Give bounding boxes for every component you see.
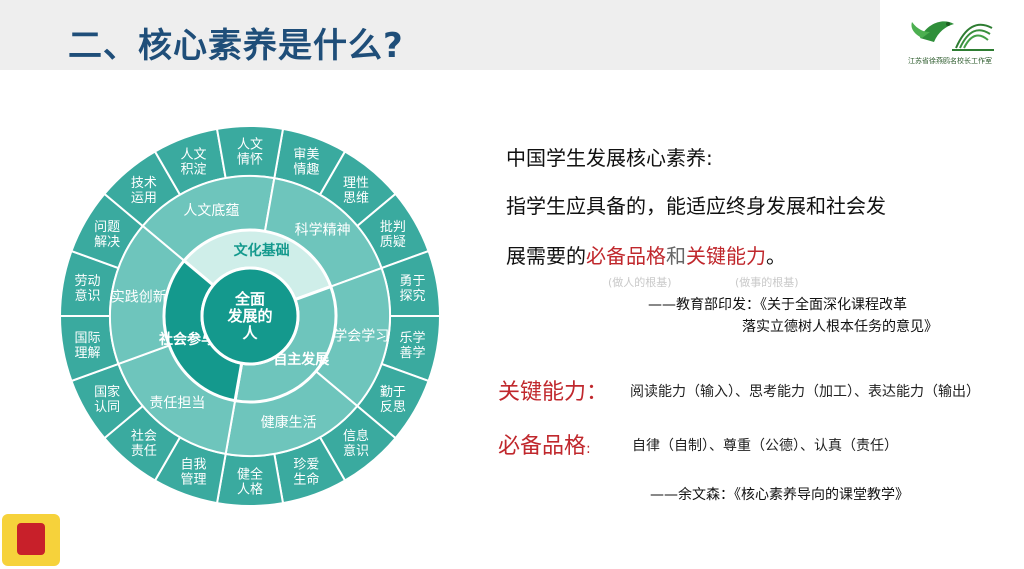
quality-label-3: 健康生活 <box>261 414 317 431</box>
term-conj: 和 <box>666 244 686 268</box>
key-ability-label: 关键能力： <box>498 380 609 405</box>
quality-label-2: 学会学习 <box>333 329 389 345</box>
point-label-5: 勤于反思 <box>380 385 406 415</box>
point-label-8: 健全人格 <box>237 467 263 498</box>
page-title: 二、核心素养是什么? <box>68 26 404 66</box>
bird-book-icon <box>911 21 994 51</box>
foundation-label-0: 文化基础 <box>234 242 290 259</box>
note-ability: (做事的根基) <box>735 276 799 289</box>
point-label-11: 国家认同 <box>94 384 120 415</box>
point-label-2: 批判质疑 <box>380 220 406 250</box>
core-competency-wheel: 审美情趣理性思维批判质疑勇于探究乐学善学勤于反思信息意识珍爱生命 健全人格 自我管理… <box>58 125 442 507</box>
essential-character-text: 必备品格 <box>498 434 587 459</box>
note-character: (做人的根基) <box>608 276 672 289</box>
quality-label-1: 科学精神 <box>295 222 351 238</box>
point-label-9: 自我管理 <box>181 458 207 488</box>
quality-label-4: 责任担当 <box>149 396 205 412</box>
definition-end: 。 <box>766 244 786 268</box>
source-line1: ——教育部印发：《关于全面深化课程改革 <box>648 297 907 313</box>
point-label-1: 理性思维 <box>343 176 369 206</box>
definition-line1: 指学生应具备的，能适应终身发展和社会发 <box>506 194 886 218</box>
point-label-7: 珍爱生命 <box>293 458 319 488</box>
point-label-10: 社会责任 <box>131 428 157 459</box>
point-label-6: 信息意识 <box>343 428 369 459</box>
logo: 江苏省徐燕鸥名校长工作室 <box>898 8 1002 70</box>
quote-source: ——余文森：《核心素养导向的课堂教学》 <box>650 487 909 503</box>
source-line2: 落实立德树人根本任务的意见》 <box>742 319 938 335</box>
key-ability-value: 阅读能力（输入）、思考能力（加工）、表达能力（输出） <box>630 384 980 400</box>
essential-character-value: 自律（自制）、尊重（公德）、认真（责任） <box>632 438 898 454</box>
corner-badge-icon <box>2 514 60 566</box>
term-essential-character: 必备品格 <box>586 244 666 268</box>
term-key-ability: 关键能力 <box>686 244 766 268</box>
definition-heading: 中国学生发展核心素养: <box>506 146 713 170</box>
essential-character-colon: : <box>586 441 591 457</box>
point-label-14: 问题解决 <box>94 220 120 250</box>
point-label-15: 技术运用 <box>131 176 157 206</box>
definition-line2: 展需要的必备品格和关键能力。 <box>506 240 786 269</box>
point-label-3: 勇于探究 <box>399 274 425 304</box>
quality-label-5: 实践创新 <box>111 289 167 305</box>
essential-character-label: 必备品格: <box>498 428 591 460</box>
quality-label-0: 人文底蕴 <box>183 203 239 219</box>
point-label-13: 劳动意识 <box>74 273 100 304</box>
definition-line2-prefix: 展需要的 <box>506 244 586 268</box>
point-label-4: 乐学善学 <box>399 330 425 361</box>
point-label-12: 国际理解 <box>74 331 100 361</box>
point-label-17: 人文情怀 <box>237 138 263 168</box>
point-label-16: 人文积淀 <box>181 147 207 177</box>
point-label-0: 审美情趣 <box>293 147 319 177</box>
logo-text: 江苏省徐燕鸥名校长工作室 <box>908 57 992 65</box>
